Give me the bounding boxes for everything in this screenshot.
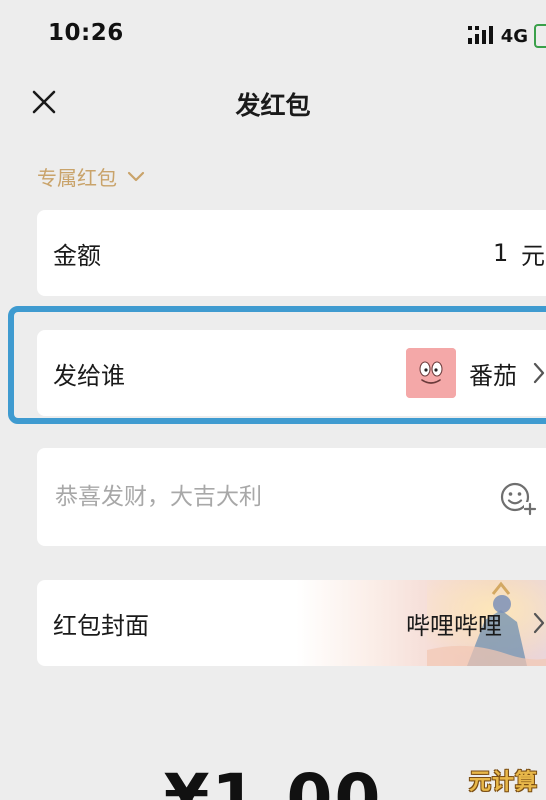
battery-icon xyxy=(534,24,546,48)
send-red-packet-screen: 10:26 4G 发红包 专属红包 金额 1 元 发给谁 番茄 恭喜发财，大吉大… xyxy=(0,0,546,800)
status-time: 10:26 xyxy=(48,20,124,46)
watermark: 元计算 xyxy=(468,770,538,795)
status-indicators: 4G xyxy=(467,22,546,50)
blessing-message-input[interactable] xyxy=(53,483,477,511)
recipient-row[interactable]: 发给谁 番茄 xyxy=(37,330,546,416)
patrick-star-avatar xyxy=(406,348,456,398)
red-packet-type-selector[interactable]: 专属红包 xyxy=(37,162,145,191)
page-title: 发红包 xyxy=(235,91,311,120)
chevron-right-icon xyxy=(533,362,545,384)
amount-value[interactable]: 1 xyxy=(493,239,509,267)
chevron-down-icon xyxy=(127,171,145,181)
red-packet-type-label: 专属红包 xyxy=(37,166,117,190)
amount-unit: 元 xyxy=(521,241,545,270)
cover-label: 红包封面 xyxy=(53,611,149,640)
total-amount: ¥1.00 xyxy=(163,760,383,800)
recipient-label: 发给谁 xyxy=(53,361,125,390)
amount-row[interactable]: 金额 1 元 xyxy=(37,210,546,296)
cover-value: 哔哩哔哩 xyxy=(406,611,502,640)
cover-row[interactable]: 红包封面 哔哩哔哩 xyxy=(37,580,546,666)
chevron-right-icon xyxy=(533,612,545,634)
recipient-name: 番茄 xyxy=(469,361,517,390)
emoji-icon[interactable] xyxy=(497,477,537,517)
amount-label: 金额 xyxy=(53,241,101,270)
network-type: 4G xyxy=(500,25,528,47)
signal-icon xyxy=(467,26,493,44)
blessing-message-row xyxy=(37,448,546,546)
